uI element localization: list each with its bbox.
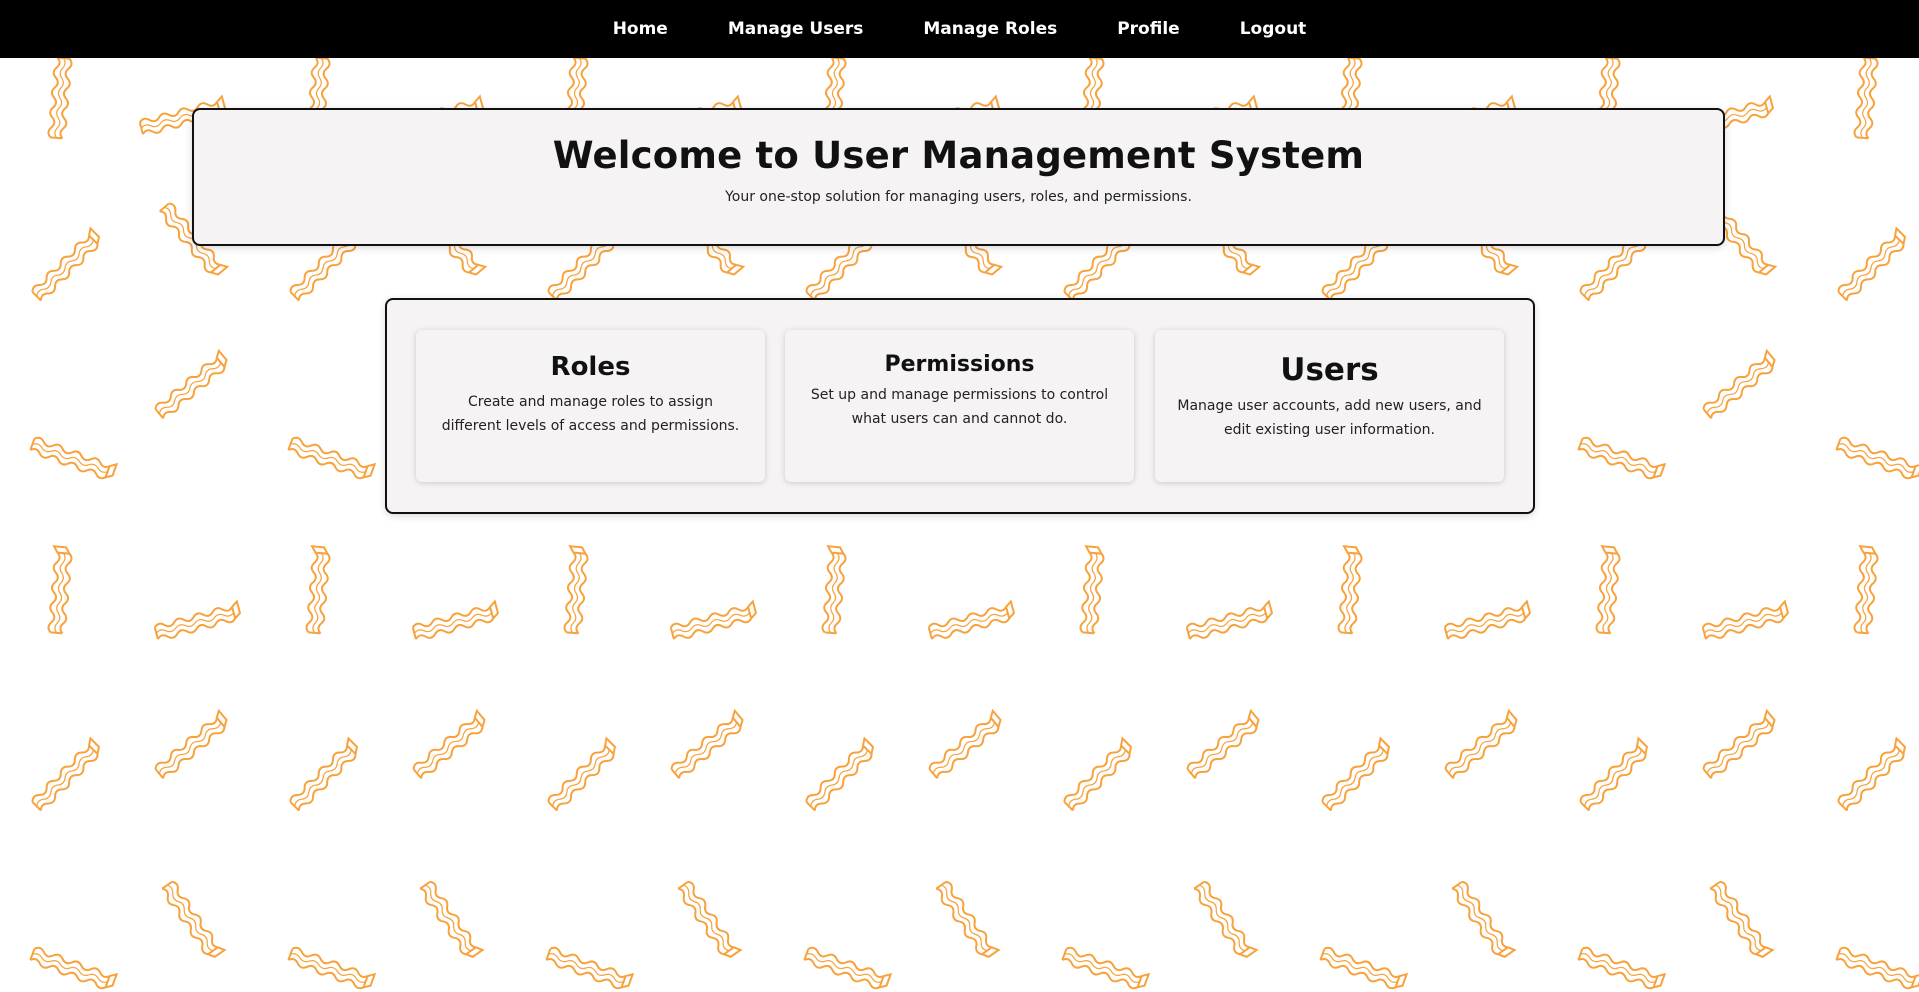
top-navbar: Home Manage Users Manage Roles Profile L… [0,0,1919,58]
roles-card-description: Create and manage roles to assign differ… [441,394,740,434]
permissions-card[interactable]: Permissions Set up and manage permission… [785,330,1134,482]
features-panel: Roles Create and manage roles to assign … [385,298,1535,514]
page-title: Welcome to User Management System [552,134,1365,177]
permissions-card-title: Permissions [884,352,1035,377]
nav-manage-roles-link[interactable]: Manage Roles [923,19,1057,39]
users-card-description: Manage user accounts, add new users, and… [1177,398,1482,438]
roles-card-title: Roles [550,352,631,382]
page: Home Manage Users Manage Roles Profile L… [0,0,1919,992]
nav-manage-users-link[interactable]: Manage Users [728,19,864,39]
users-card[interactable]: Users Manage user accounts, add new user… [1155,330,1504,482]
permissions-card-description: Set up and manage permissions to control… [810,387,1109,427]
page-subtitle: Your one-stop solution for managing user… [725,189,1192,205]
nav-logout-link[interactable]: Logout [1240,19,1307,39]
nav-home-link[interactable]: Home [613,19,668,39]
nav-profile-link[interactable]: Profile [1117,19,1179,39]
roles-card[interactable]: Roles Create and manage roles to assign … [416,330,765,482]
users-card-title: Users [1280,352,1379,388]
welcome-banner: Welcome to User Management System Your o… [192,108,1725,246]
